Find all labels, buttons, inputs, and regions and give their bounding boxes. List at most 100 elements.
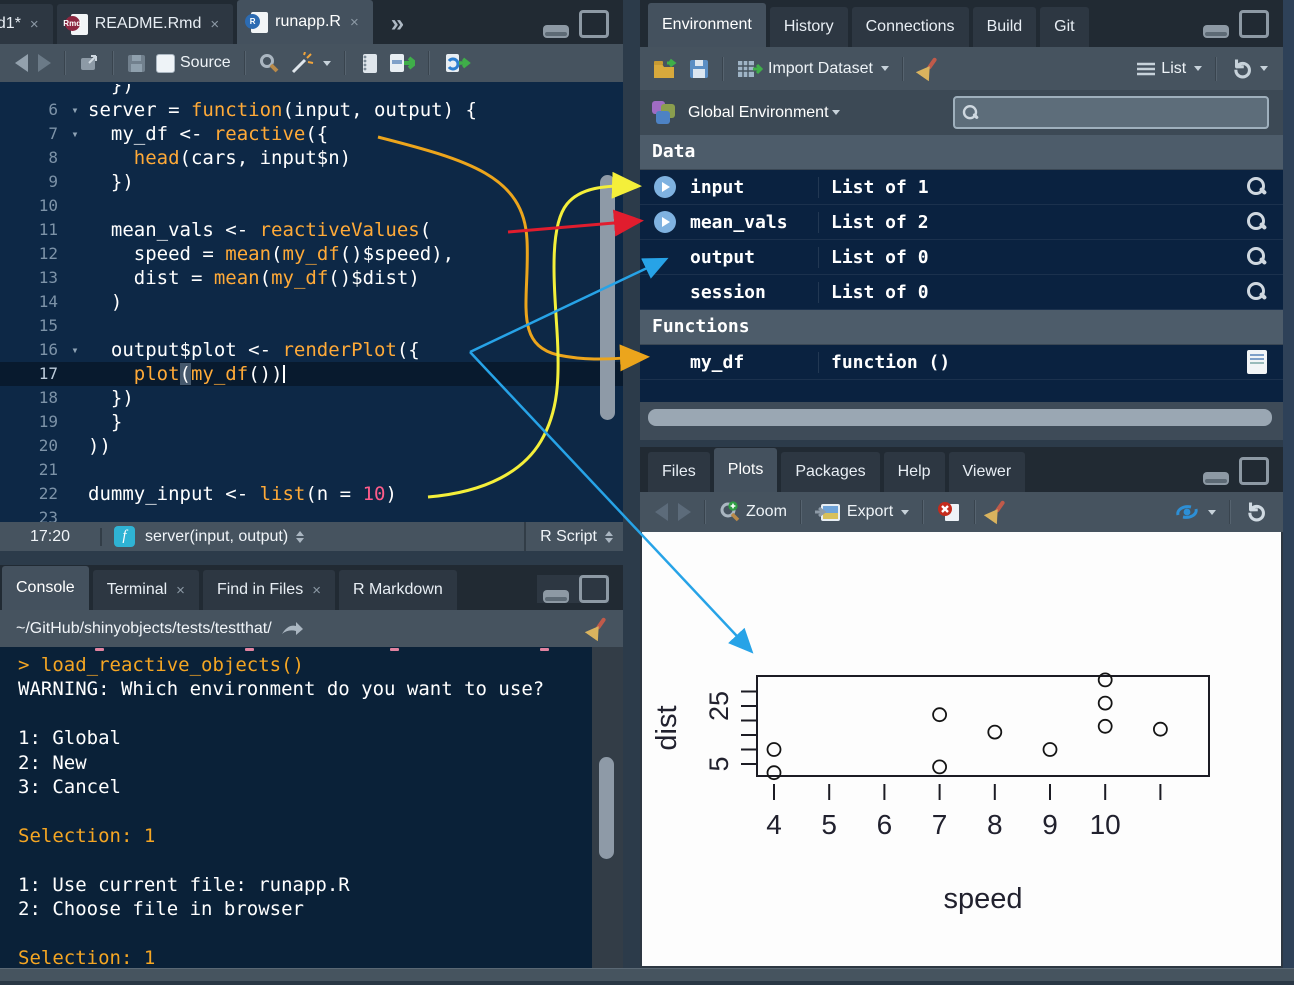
tab-help[interactable]: Help xyxy=(884,452,945,492)
tab-git[interactable]: Git xyxy=(1040,7,1088,47)
environment-scope-selector[interactable]: Global Environment xyxy=(678,104,840,122)
tab-viewer[interactable]: Viewer xyxy=(949,452,1026,492)
tab-label: Plots xyxy=(728,461,764,479)
env-row-mean-vals[interactable]: mean_valsList of 2 xyxy=(640,205,1283,240)
tab-close-icon[interactable]: × xyxy=(350,14,359,31)
dropdown-caret-icon xyxy=(881,66,889,71)
next-plot-button[interactable] xyxy=(673,503,696,521)
tab-connections[interactable]: Connections xyxy=(852,7,969,47)
tab-find-in-files[interactable]: Find in Files× xyxy=(203,570,335,610)
view-mode-button[interactable]: List xyxy=(1131,60,1207,78)
tab-close-icon[interactable]: × xyxy=(210,16,219,33)
minimize-icon[interactable] xyxy=(543,590,569,603)
environment-horizontal-scrollbar[interactable] xyxy=(648,409,1272,426)
code-line-11: 11 mean_vals <- reactiveValues( xyxy=(0,218,623,242)
env-row-output[interactable]: outputList of 0 xyxy=(640,240,1283,275)
object-value: List of 0 xyxy=(818,247,1245,268)
code-text: output$plot <- renderPlot({ xyxy=(88,338,623,362)
tab-ed1[interactable]: ed1*× xyxy=(0,4,53,44)
tab-label: Help xyxy=(898,463,931,481)
inspect-icon[interactable] xyxy=(1245,176,1267,198)
rerun-button[interactable] xyxy=(438,52,476,74)
tab-label: Packages xyxy=(795,463,865,481)
console-scrollbar-track[interactable] xyxy=(592,647,623,968)
line-number: 22 xyxy=(0,482,62,506)
more-tabs-icon[interactable]: » xyxy=(391,10,402,38)
file-type-selector[interactable]: R Script xyxy=(524,522,623,551)
env-row-session[interactable]: sessionList of 0 xyxy=(640,275,1283,310)
forward-button[interactable] xyxy=(33,54,56,72)
clear-environment-icon[interactable] xyxy=(916,57,940,81)
maximize-icon[interactable] xyxy=(579,575,609,603)
tab-files[interactable]: Files xyxy=(648,452,710,492)
import-dataset-button[interactable]: Import Dataset xyxy=(732,59,894,79)
x-tick-label: 10 xyxy=(1090,809,1121,840)
tab-r-markdown[interactable]: R Markdown xyxy=(339,570,457,610)
zoom-plot-button[interactable]: Zoom xyxy=(714,501,792,523)
minimize-icon[interactable] xyxy=(543,25,569,38)
tab-plots[interactable]: Plots xyxy=(714,448,778,492)
inspect-icon[interactable] xyxy=(1245,281,1267,303)
object-name: output xyxy=(690,247,818,268)
fold-arrow-icon[interactable]: ▾ xyxy=(62,338,88,362)
compile-notebook-button[interactable] xyxy=(354,52,384,74)
window-bottom-edge xyxy=(0,968,1294,985)
minimize-icon[interactable] xyxy=(1203,472,1229,485)
tab-packages[interactable]: Packages xyxy=(781,452,879,492)
fold-arrow-icon[interactable]: ▾ xyxy=(62,98,88,122)
refresh-environment-button[interactable]: ⟳ xyxy=(1225,58,1273,80)
save-button[interactable] xyxy=(122,54,151,73)
tab-build[interactable]: Build xyxy=(973,7,1037,47)
expand-icon[interactable] xyxy=(654,176,676,198)
scope-selector[interactable]: server(input, output) xyxy=(145,528,288,546)
refresh-plot-button[interactable]: ⟳ xyxy=(1239,501,1271,523)
previous-plot-button[interactable] xyxy=(650,503,673,521)
maximize-icon[interactable] xyxy=(579,10,609,38)
run-button[interactable] xyxy=(384,52,420,74)
maximize-icon[interactable] xyxy=(1239,457,1269,485)
editor-vertical-scrollbar[interactable] xyxy=(600,175,615,420)
clear-all-plots-icon[interactable] xyxy=(984,500,1008,524)
code-text: }) xyxy=(88,84,623,98)
tab-terminal[interactable]: Terminal× xyxy=(93,570,199,610)
maximize-icon[interactable] xyxy=(1239,10,1269,38)
tab-close-icon[interactable]: × xyxy=(312,582,321,599)
environment-search-input[interactable] xyxy=(953,96,1269,129)
publish-button[interactable] xyxy=(1169,502,1221,522)
source-on-save-checkbox[interactable]: Source xyxy=(151,54,236,73)
code-tools-button[interactable] xyxy=(284,52,336,74)
load-workspace-button[interactable] xyxy=(648,58,684,80)
tab-history[interactable]: History xyxy=(770,7,848,47)
env-row-my-df[interactable]: my_dffunction () xyxy=(640,345,1283,380)
clear-console-icon[interactable] xyxy=(585,617,609,641)
file-type-spinner-icon xyxy=(605,531,613,543)
remove-plot-button[interactable] xyxy=(932,501,966,523)
env-row-input[interactable]: inputList of 1 xyxy=(640,170,1283,205)
console-scrollbar-thumb[interactable] xyxy=(599,757,614,859)
view-function-icon[interactable] xyxy=(1247,350,1267,374)
export-plot-button[interactable]: Export xyxy=(810,502,914,523)
code-editor[interactable]: })6▾server = function(input, output) {7▾… xyxy=(0,82,623,522)
minimize-icon[interactable] xyxy=(1203,25,1229,38)
console-output[interactable]: > load_reactive_objects()WARNING: Which … xyxy=(0,647,623,968)
tab-console[interactable]: Console xyxy=(2,566,89,610)
code-line-22: 22dummy_input <- list(n = 10) xyxy=(0,482,623,506)
save-workspace-button[interactable] xyxy=(684,59,714,79)
tab-runapp-r[interactable]: Rrunapp.R× xyxy=(237,0,373,44)
y-axis-label: dist xyxy=(651,705,683,750)
object-value: function () xyxy=(818,352,1247,373)
back-button[interactable] xyxy=(10,54,33,72)
inspect-icon[interactable] xyxy=(1245,246,1267,268)
expand-icon[interactable] xyxy=(654,211,676,233)
inspect-icon[interactable] xyxy=(1245,211,1267,233)
find-replace-button[interactable] xyxy=(254,53,284,73)
popout-button[interactable] xyxy=(74,54,104,72)
rmd-file-icon: Rmd xyxy=(71,14,88,35)
tab-environment[interactable]: Environment xyxy=(648,3,766,47)
goto-directory-icon[interactable] xyxy=(280,620,304,638)
tab-close-icon[interactable]: × xyxy=(176,582,185,599)
tab-readme-rmd[interactable]: RmdREADME.Rmd× xyxy=(57,4,233,44)
tab-close-icon[interactable]: × xyxy=(30,16,39,33)
scope-spinner-icon[interactable] xyxy=(296,531,304,543)
fold-arrow-icon[interactable]: ▾ xyxy=(62,122,88,146)
